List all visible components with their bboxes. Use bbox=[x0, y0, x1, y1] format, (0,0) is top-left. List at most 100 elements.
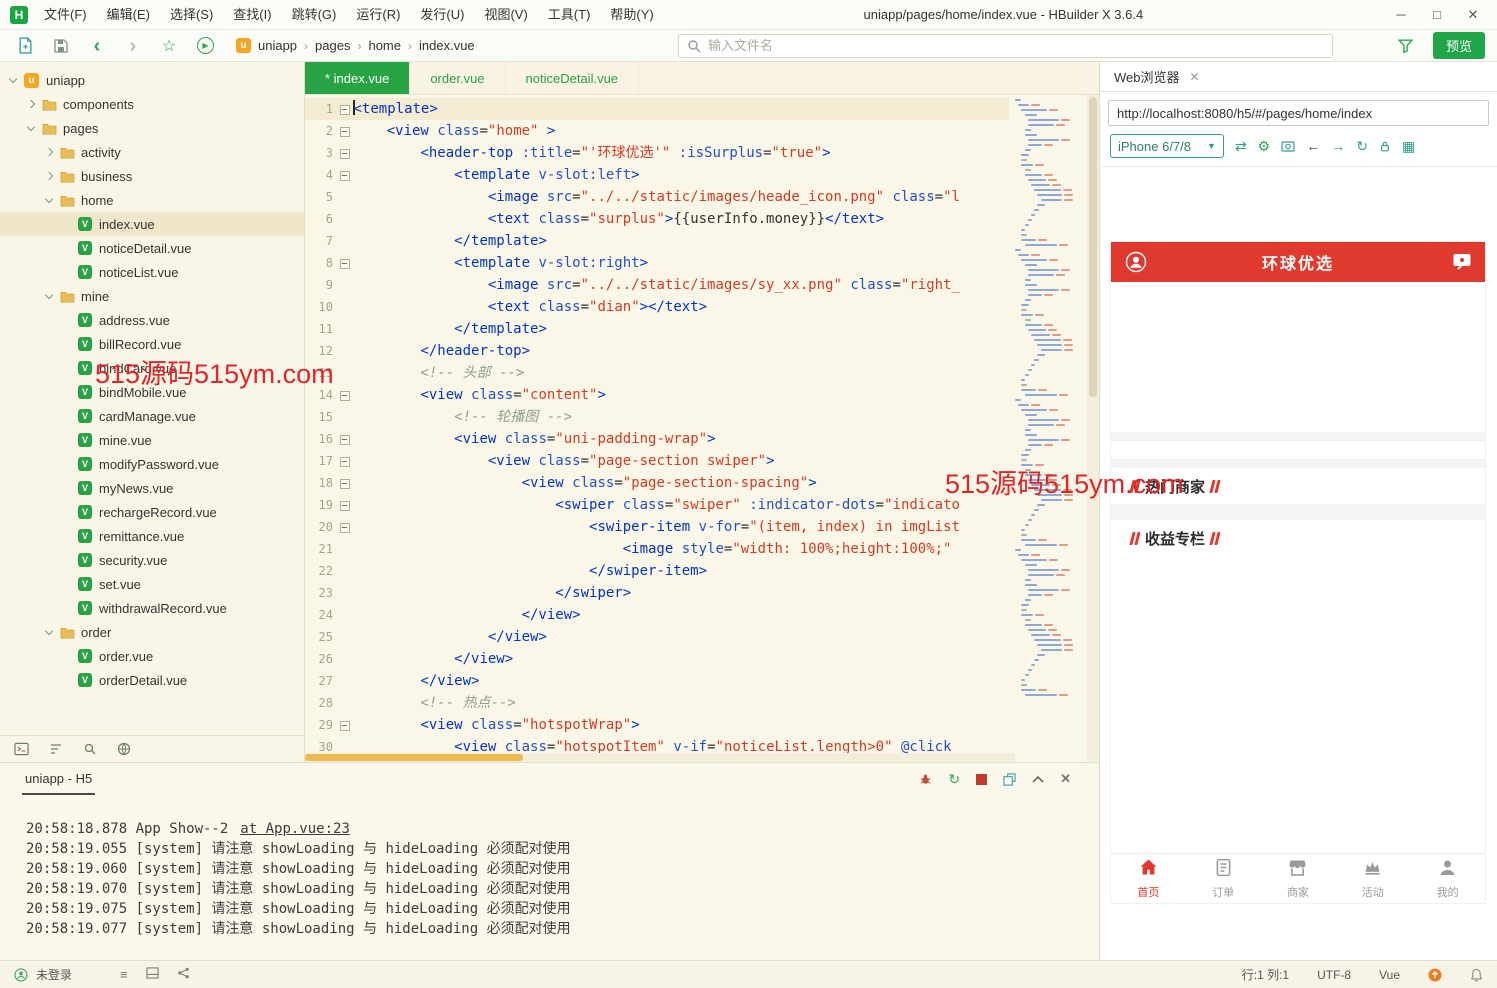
fold-marker[interactable] bbox=[339, 478, 353, 494]
scrollbar-thumb[interactable] bbox=[1089, 97, 1097, 397]
tree-folder-order[interactable]: order bbox=[0, 620, 304, 644]
filter-icon[interactable] bbox=[1393, 35, 1419, 57]
code-line[interactable]: 11 </template> bbox=[305, 318, 1009, 340]
app-tab-order[interactable]: 订单 bbox=[1186, 854, 1261, 903]
fold-marker[interactable] bbox=[339, 500, 353, 516]
chevron-down-icon[interactable] bbox=[45, 626, 53, 634]
debug-icon[interactable] bbox=[919, 773, 932, 786]
maximize-button[interactable]: □ bbox=[1419, 0, 1455, 29]
navigate-forward-icon[interactable]: › bbox=[120, 35, 146, 57]
settings-gear-icon[interactable]: ⚙ bbox=[1258, 138, 1271, 155]
tree-file-remittance.vue[interactable]: Vremittance.vue bbox=[0, 524, 304, 548]
tree-file-noticeDetail.vue[interactable]: VnoticeDetail.vue bbox=[0, 236, 304, 260]
code-line[interactable]: 19 <swiper class="swiper" :indicator-dot… bbox=[305, 494, 1009, 516]
tree-folder-home[interactable]: home bbox=[0, 188, 304, 212]
message-icon[interactable] bbox=[1452, 252, 1472, 271]
save-icon[interactable] bbox=[48, 35, 74, 57]
horizontal-scrollbar[interactable] bbox=[305, 753, 1015, 762]
preview-button[interactable]: 预览 bbox=[1433, 32, 1485, 59]
code-line[interactable]: 3 <header-top :title="'环球优选'" :isSurplus… bbox=[305, 142, 1009, 164]
chevron-down-icon[interactable] bbox=[9, 74, 17, 82]
close-button[interactable]: ✕ bbox=[1455, 0, 1491, 29]
browser-tab[interactable]: Web浏览器 bbox=[1114, 67, 1180, 86]
share-icon[interactable] bbox=[177, 967, 190, 982]
breadcrumb-item[interactable]: pages bbox=[315, 38, 350, 53]
file-search-box[interactable] bbox=[678, 34, 1333, 58]
fold-marker[interactable] bbox=[339, 456, 353, 472]
tree-file-modifyPassword.vue[interactable]: VmodifyPassword.vue bbox=[0, 452, 304, 476]
code-line[interactable]: 18 <view class="page-section-spacing"> bbox=[305, 472, 1009, 494]
collapse-icon[interactable] bbox=[1032, 775, 1044, 783]
new-file-icon[interactable] bbox=[12, 35, 38, 57]
code-line[interactable]: 17 <view class="page-section swiper"> bbox=[305, 450, 1009, 472]
code-line[interactable]: 8 <template v-slot:right> bbox=[305, 252, 1009, 274]
app-tab-activity[interactable]: 活动 bbox=[1335, 854, 1410, 903]
code-line[interactable]: 28 <!-- 热点--> bbox=[305, 692, 1009, 714]
code-area[interactable]: 1<template>2 <view class="home" >3 <head… bbox=[305, 95, 1009, 762]
tree-file-withdrawalRecord.vue[interactable]: VwithdrawalRecord.vue bbox=[0, 596, 304, 620]
chevron-right-icon[interactable] bbox=[45, 148, 53, 156]
fold-marker[interactable] bbox=[339, 104, 353, 120]
code-line[interactable]: 4 <template v-slot:left> bbox=[305, 164, 1009, 186]
chevron-right-icon[interactable] bbox=[45, 172, 53, 180]
encoding[interactable]: UTF-8 bbox=[1317, 968, 1351, 982]
fold-marker[interactable] bbox=[339, 522, 353, 538]
code-line[interactable]: 27 </view> bbox=[305, 670, 1009, 692]
menu-item[interactable]: 编辑(E) bbox=[97, 0, 160, 29]
cursor-position[interactable]: 行:1 列:1 bbox=[1242, 966, 1289, 983]
fold-marker[interactable] bbox=[339, 126, 353, 142]
tree-file-myNews.vue[interactable]: VmyNews.vue bbox=[0, 476, 304, 500]
screenshot-icon[interactable] bbox=[1281, 139, 1295, 153]
menu-item[interactable]: 视图(V) bbox=[474, 0, 537, 29]
tree-file-cardManage.vue[interactable]: VcardManage.vue bbox=[0, 404, 304, 428]
terminal-icon[interactable] bbox=[14, 742, 29, 756]
editor-tab[interactable]: order.vue bbox=[410, 62, 505, 94]
sort-icon[interactable] bbox=[49, 742, 63, 756]
editor-tab[interactable]: noticeDetail.vue bbox=[506, 62, 640, 94]
tree-folder-components[interactable]: components bbox=[0, 92, 304, 116]
bell-icon[interactable] bbox=[1470, 968, 1483, 982]
navigate-back-icon[interactable]: ‹ bbox=[84, 35, 110, 57]
close-icon[interactable]: ✕ bbox=[1190, 70, 1200, 84]
search-files-icon[interactable] bbox=[83, 742, 97, 756]
grid-icon[interactable]: ▦ bbox=[1402, 138, 1415, 155]
code-line[interactable]: 23 </swiper> bbox=[305, 582, 1009, 604]
banner-swiper[interactable] bbox=[1111, 282, 1485, 432]
menu-item[interactable]: 查找(I) bbox=[223, 0, 281, 29]
tree-folder-business[interactable]: business bbox=[0, 164, 304, 188]
sync-icon[interactable] bbox=[117, 742, 131, 756]
minimap[interactable] bbox=[1009, 95, 1087, 762]
code-line[interactable]: 12 </header-top> bbox=[305, 340, 1009, 362]
code-line[interactable]: 20 <swiper-item v-for="(item, index) in … bbox=[305, 516, 1009, 538]
clear-console-icon[interactable]: ✕ bbox=[1060, 771, 1071, 787]
minimize-button[interactable]: ─ bbox=[1383, 0, 1419, 29]
chevron-down-icon[interactable] bbox=[45, 290, 53, 298]
chevron-down-icon[interactable] bbox=[27, 122, 35, 130]
app-tab-home[interactable]: 首页 bbox=[1111, 854, 1186, 903]
code-line[interactable]: 29 <view class="hotspotWrap"> bbox=[305, 714, 1009, 736]
favorite-icon[interactable]: ☆ bbox=[156, 35, 182, 57]
notice-bar[interactable] bbox=[1111, 440, 1485, 460]
code-line[interactable]: 7 </template> bbox=[305, 230, 1009, 252]
code-line[interactable]: 14 <view class="content"> bbox=[305, 384, 1009, 406]
code-line[interactable]: 24 </view> bbox=[305, 604, 1009, 626]
tree-file-order.vue[interactable]: Vorder.vue bbox=[0, 644, 304, 668]
menu-item[interactable]: 发行(U) bbox=[410, 0, 474, 29]
code-line[interactable]: 10 <text class="dian"></text> bbox=[305, 296, 1009, 318]
tree-folder-mine[interactable]: mine bbox=[0, 284, 304, 308]
app-tab-shop[interactable]: 商家 bbox=[1261, 854, 1336, 903]
tree-file-index.vue[interactable]: Vindex.vue bbox=[0, 212, 304, 236]
tree-file-rechargeRecord.vue[interactable]: VrechargeRecord.vue bbox=[0, 500, 304, 524]
tree-file-orderDetail.vue[interactable]: VorderDetail.vue bbox=[0, 668, 304, 692]
tree-file-set.vue[interactable]: Vset.vue bbox=[0, 572, 304, 596]
stop-icon[interactable] bbox=[976, 774, 987, 785]
tree-file-noticeList.vue[interactable]: VnoticeList.vue bbox=[0, 260, 304, 284]
fold-marker[interactable] bbox=[339, 148, 353, 164]
tree-folder-activity[interactable]: activity bbox=[0, 140, 304, 164]
code-line[interactable]: 15 <!-- 轮播图 --> bbox=[305, 406, 1009, 428]
fold-marker[interactable] bbox=[339, 434, 353, 450]
panel-icon[interactable] bbox=[146, 967, 159, 982]
editor-tab[interactable]: * index.vue bbox=[305, 62, 410, 94]
restart-icon[interactable]: ↻ bbox=[948, 771, 960, 788]
menu-item[interactable]: 工具(T) bbox=[538, 0, 601, 29]
